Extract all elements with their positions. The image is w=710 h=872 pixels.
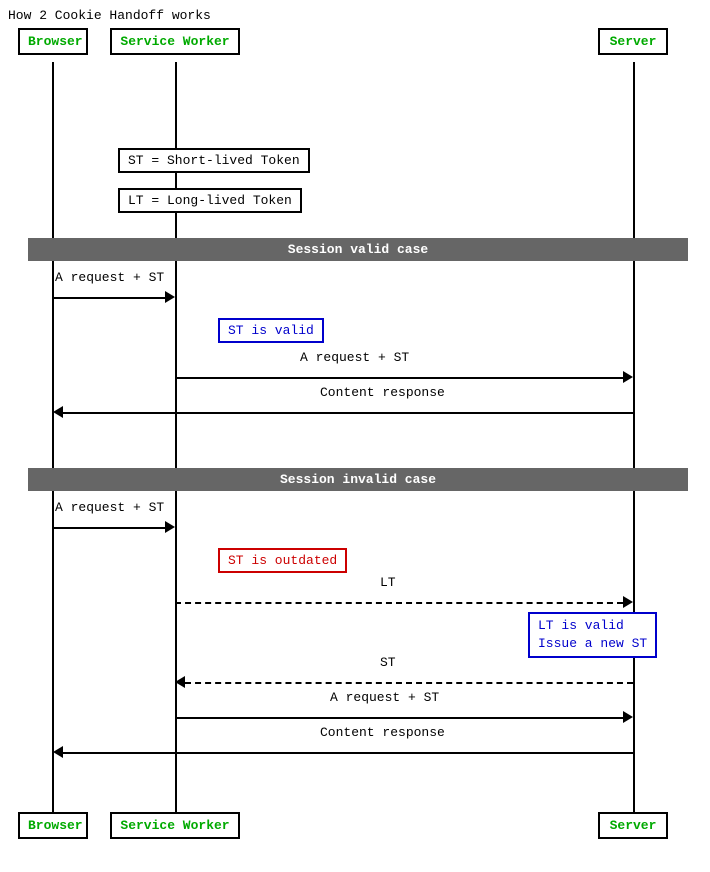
- section-invalid: Session invalid case: [28, 468, 688, 491]
- label-req3: A request + ST: [55, 500, 164, 515]
- lifeline-sw: [175, 62, 177, 822]
- message-lt-req: [175, 593, 633, 613]
- section-valid: Session valid case: [28, 238, 688, 261]
- actor-server-bottom: Server: [598, 812, 668, 839]
- actor-browser-top: Browser: [18, 28, 88, 55]
- message-req3: [53, 518, 175, 538]
- lifeline-server: [633, 62, 635, 822]
- st-outdated-note: ST is outdated: [218, 548, 347, 573]
- actor-browser-bottom: Browser: [18, 812, 88, 839]
- actor-server-top: Server: [598, 28, 668, 55]
- label-lt-req: LT: [380, 575, 396, 590]
- diagram-title: How 2 Cookie Handoff works: [8, 8, 702, 23]
- message-resp1: [53, 403, 633, 423]
- label-resp1: Content response: [320, 385, 445, 400]
- label-req4: A request + ST: [330, 690, 439, 705]
- st-valid-note: ST is valid: [218, 318, 324, 343]
- message-req1: [53, 288, 175, 308]
- diagram-container: How 2 Cookie Handoff works Browser Servi…: [0, 0, 710, 872]
- message-resp2: [53, 743, 633, 763]
- label-st-resp: ST: [380, 655, 396, 670]
- label-req1: A request + ST: [55, 270, 164, 285]
- lt-valid-note: LT is validIssue a new ST: [528, 612, 657, 658]
- label-req2: A request + ST: [300, 350, 409, 365]
- label-resp2: Content response: [320, 725, 445, 740]
- actor-sw-top: Service Worker: [110, 28, 240, 55]
- lt-definition: LT = Long-lived Token: [118, 188, 302, 213]
- st-definition: ST = Short-lived Token: [118, 148, 310, 173]
- actor-sw-bottom: Service Worker: [110, 812, 240, 839]
- lifeline-browser: [52, 62, 54, 822]
